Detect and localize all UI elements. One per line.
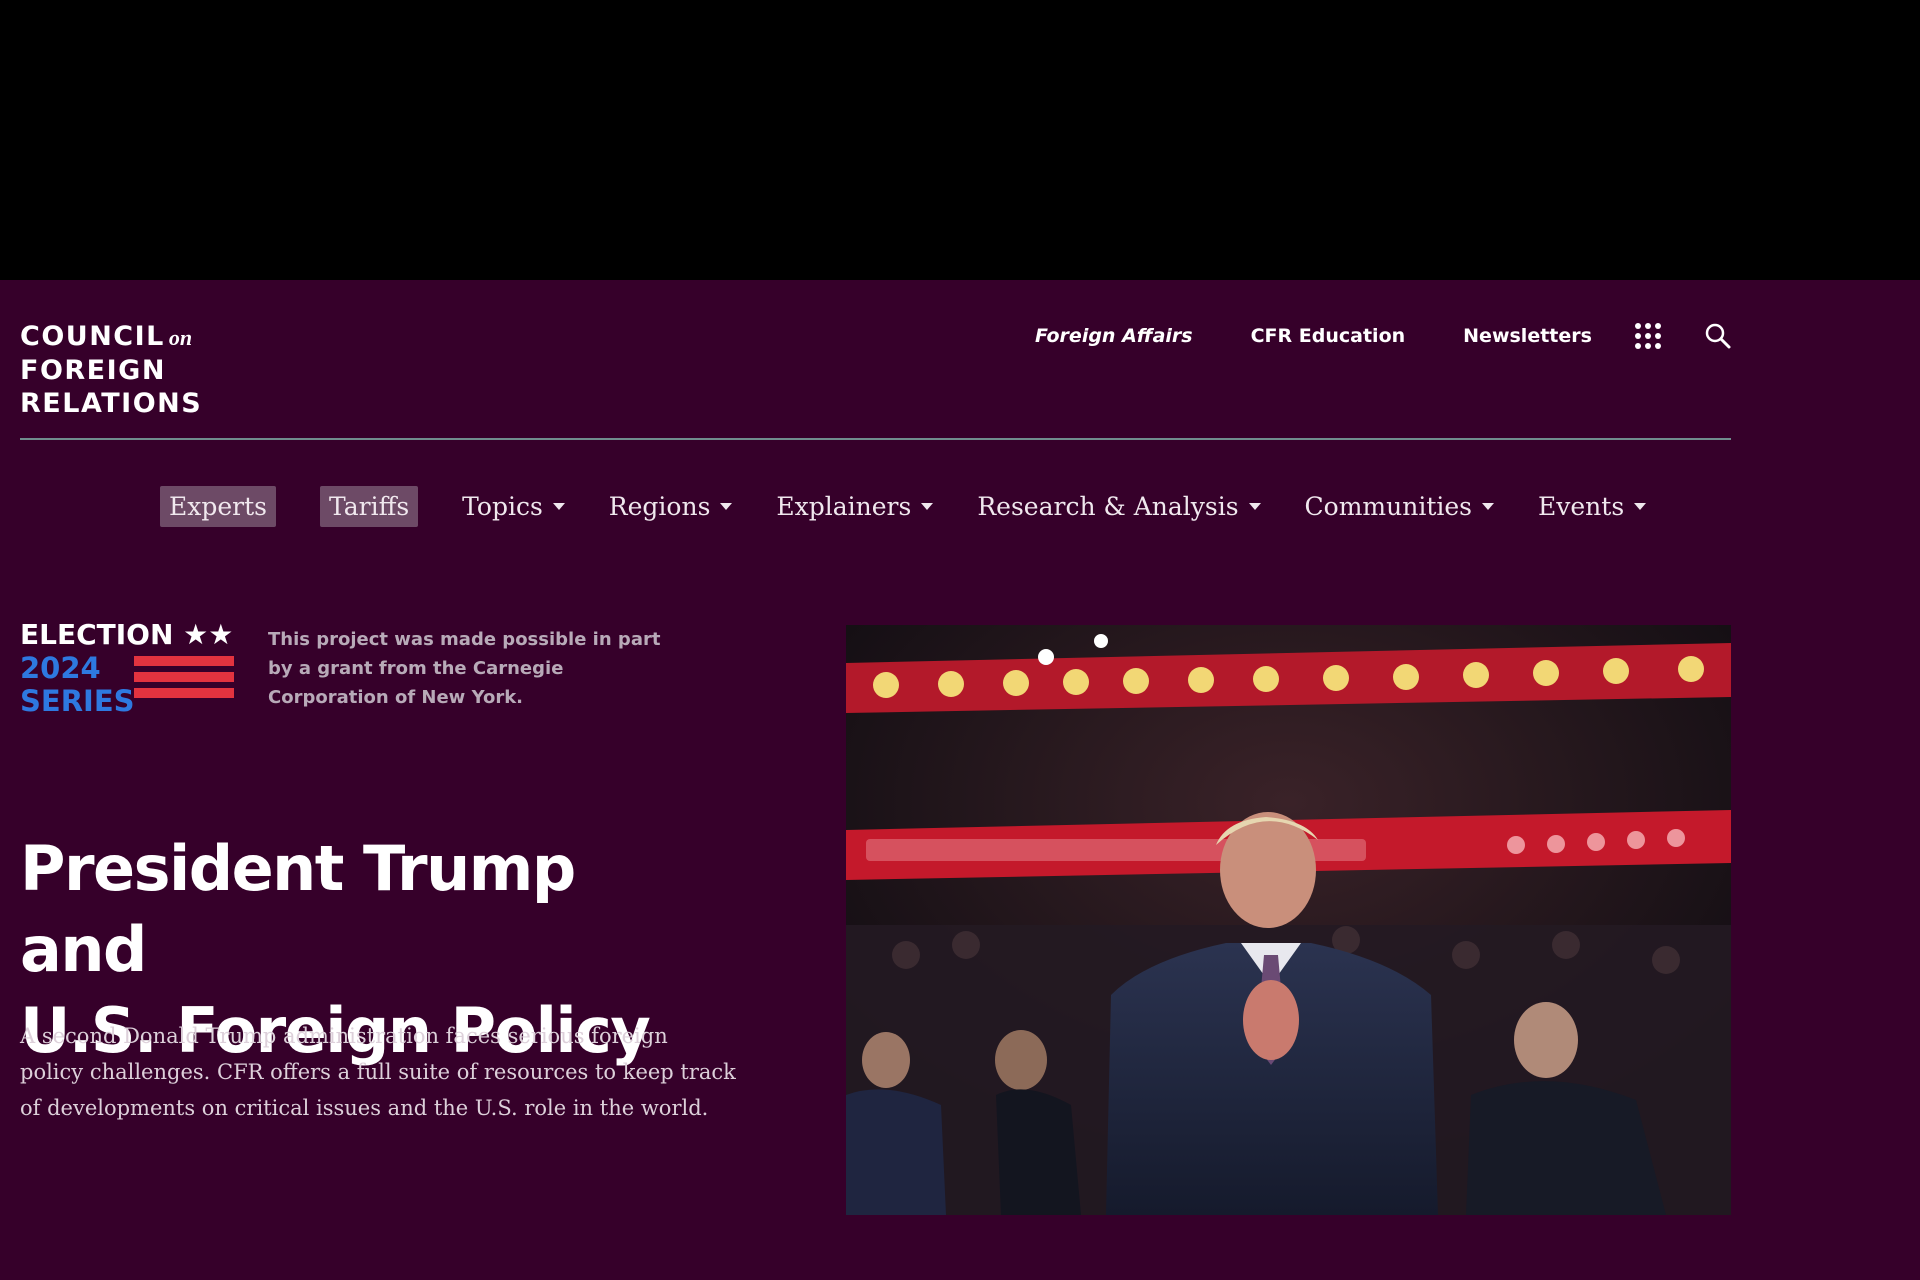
- chevron-down-icon: [1634, 503, 1647, 510]
- grant-line: Corporation of New York.: [268, 687, 524, 708]
- nav-item-experts[interactable]: Experts: [160, 486, 276, 527]
- cfr-education-link[interactable]: CFR Education: [1251, 325, 1406, 347]
- main-nav: Experts Tariffs Topics Regions Explainer…: [160, 486, 1690, 527]
- newsletters-link[interactable]: Newsletters: [1463, 325, 1592, 347]
- flag-stripes: [134, 656, 234, 704]
- search-icon[interactable]: [1704, 322, 1732, 350]
- election-series-badge[interactable]: ELECTION ★★ 2024 SERIES: [20, 618, 250, 718]
- desc-line: A second Donald Trump administration fac…: [20, 1024, 668, 1048]
- nav-item-tariffs[interactable]: Tariffs: [319, 486, 419, 527]
- badge-election: ELECTION ★★: [20, 618, 234, 651]
- nav-label: Events: [1538, 492, 1625, 521]
- header-divider: [20, 438, 1731, 440]
- nav-label: Research & Analysis: [977, 492, 1239, 521]
- grant-note: This project was made possible in part b…: [268, 625, 688, 712]
- nav-item-explainers[interactable]: Explainers: [776, 492, 934, 521]
- nav-label: Experts: [169, 492, 267, 521]
- grant-line: by a grant from the Carnegie: [268, 658, 564, 679]
- logo-line-1: COUNCIL: [20, 321, 165, 352]
- badge-series: SERIES: [20, 684, 135, 718]
- nav-item-events[interactable]: Events: [1538, 492, 1647, 521]
- chevron-down-icon: [1248, 503, 1261, 510]
- desc-line: policy challenges. CFR offers a full sui…: [20, 1060, 736, 1084]
- nav-item-topics[interactable]: Topics: [462, 492, 565, 521]
- nav-label: Regions: [608, 492, 711, 521]
- logo-line-2: FOREIGN: [20, 355, 166, 386]
- utility-nav: Foreign Affairs CFR Education Newsletter…: [1035, 325, 1650, 347]
- top-black-bar: [0, 0, 1920, 280]
- chevron-down-icon: [1482, 503, 1494, 510]
- badge-year: 2024: [20, 651, 101, 685]
- page: COUNCIL on FOREIGN RELATIONS Foreign Affa…: [0, 280, 1920, 1280]
- nav-label: Explainers: [776, 492, 912, 521]
- grid-icon[interactable]: [1634, 322, 1662, 350]
- nav-label: Communities: [1304, 492, 1472, 521]
- logo-on: on: [168, 325, 193, 350]
- chevron-down-icon: [921, 503, 934, 510]
- page-description: A second Donald Trump administration fac…: [20, 1018, 740, 1126]
- nav-label: Topics: [462, 492, 543, 521]
- nav-item-communities[interactable]: Communities: [1305, 492, 1494, 521]
- site-logo[interactable]: COUNCIL on FOREIGN RELATIONS: [20, 320, 202, 420]
- hero-photo: [846, 625, 1731, 1215]
- nav-item-regions[interactable]: Regions: [609, 492, 733, 521]
- chevron-down-icon: [552, 503, 565, 510]
- logo-line-3: RELATIONS: [20, 388, 203, 419]
- nav-item-research-analysis[interactable]: Research & Analysis: [977, 492, 1261, 521]
- desc-line: of developments on critical issues and t…: [20, 1096, 709, 1120]
- chevron-down-icon: [720, 503, 733, 510]
- title-line: President Trump and: [20, 832, 576, 986]
- nav-label: Tariffs: [328, 492, 410, 521]
- grant-line: This project was made possible in part: [268, 629, 661, 650]
- foreign-affairs-link[interactable]: Foreign Affairs: [1035, 325, 1193, 347]
